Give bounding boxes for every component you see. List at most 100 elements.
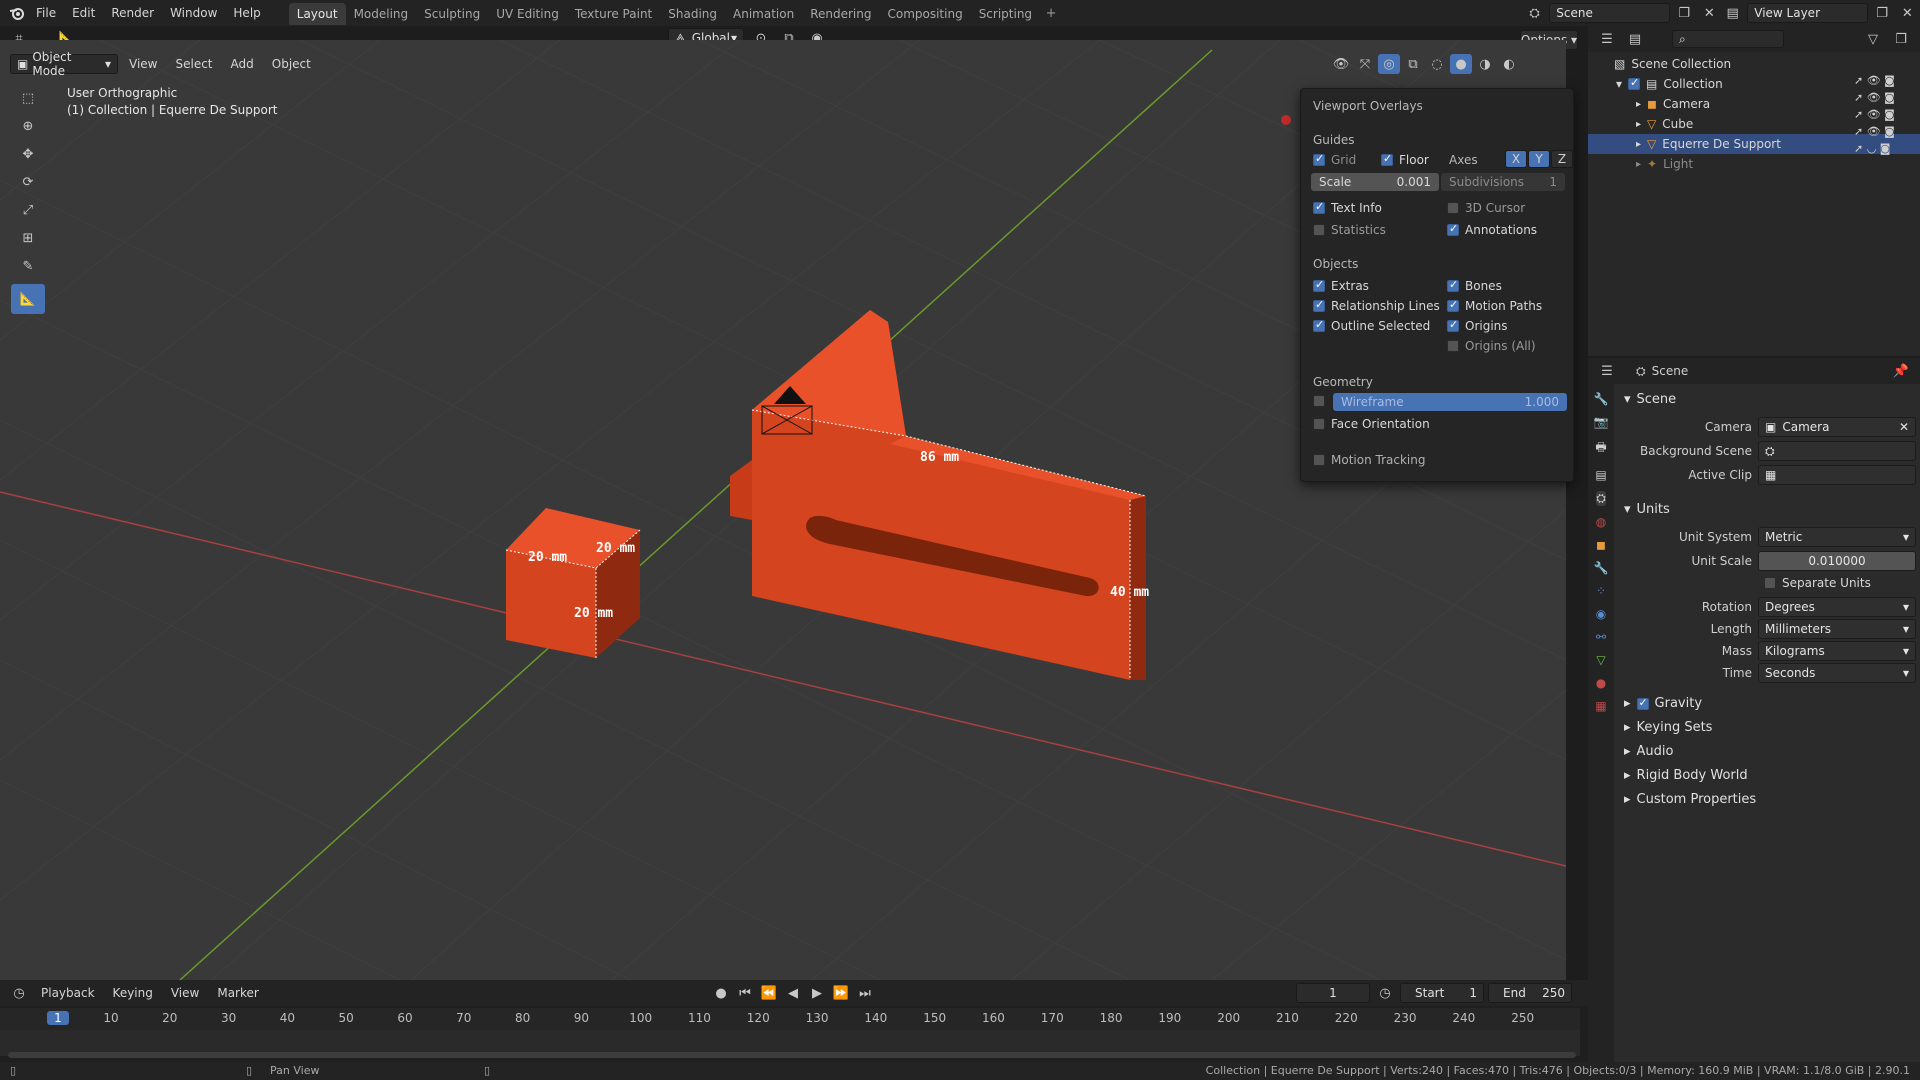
filter-icon[interactable]: ▽ [1862,29,1884,49]
origins-checkbox[interactable] [1447,318,1459,332]
object-mode-dropdown[interactable]: ▣ Object Mode ▾ [10,50,118,78]
viewport-menu-add[interactable]: Add [224,57,261,71]
current-frame-field[interactable]: 1 [1296,983,1370,1003]
statistics-checkbox[interactable] [1313,224,1325,236]
menu-window[interactable]: Window [162,0,225,26]
outliner-editor-icon[interactable]: ☰ [1596,29,1618,49]
scale-field[interactable]: Scale 0.001 [1311,173,1439,191]
particles-tab-icon[interactable]: ⁘ [1596,584,1606,598]
background-scene-field[interactable]: ⛭ [1758,441,1916,461]
end-frame-field[interactable]: End 250 [1488,983,1572,1003]
rigid-body-world-section[interactable]: ▸ Rigid Body World [1624,768,1748,783]
measure-icon[interactable]: 📐 [11,284,45,314]
data-tab-icon[interactable]: ▽ [1596,653,1605,667]
subdivisions-field[interactable]: Subdivisions 1 [1441,173,1565,191]
start-frame-field[interactable]: Start 1 [1400,983,1484,1003]
tab-sculpting[interactable]: Sculpting [416,3,488,25]
new-scene-icon[interactable]: ❐ [1674,3,1695,23]
restrict-toggles-light[interactable]: ➚ ◡ ◙ [1854,142,1914,155]
3d-cursor-checkbox[interactable] [1447,202,1459,214]
wireframe-toggle[interactable] [1313,395,1325,407]
tool-tab-icon[interactable]: 🔧 [1594,392,1609,406]
clear-camera-icon[interactable]: ✕ [1899,420,1909,434]
extras-toggle[interactable]: Extras [1313,278,1369,293]
wireframe-shading-icon[interactable]: ◌ [1426,54,1448,74]
xray-icon[interactable]: ⧉ [1402,54,1424,74]
text-info-toggle[interactable]: Text Info [1313,200,1382,215]
new-view-layer-icon[interactable]: ❐ [1872,3,1893,23]
face-orientation-toggle[interactable]: Face Orientation [1313,417,1430,431]
play-icon[interactable]: ▶ [806,983,828,1003]
display-mode-icon[interactable]: ▤ [1624,29,1646,49]
tab-rendering[interactable]: Rendering [802,3,879,25]
scene-section-header[interactable]: ▾ Scene [1624,392,1676,407]
timeline-editor-icon[interactable]: ◷ [8,983,30,1003]
preview-range-icon[interactable]: ◷ [1374,983,1396,1003]
tab-scripting[interactable]: Scripting [971,3,1040,25]
gravity-checkbox[interactable] [1636,696,1649,710]
annotate-icon[interactable]: ✎ [17,256,39,276]
solid-shading-icon[interactable]: ● [1450,54,1472,74]
text-info-checkbox[interactable] [1313,200,1325,214]
view-layer-icon[interactable]: ▤ [1722,3,1743,23]
axis-x-toggle[interactable]: X [1505,150,1527,168]
separate-units-checkbox[interactable] [1764,577,1776,589]
unit-scale-field[interactable]: 0.010000 [1758,551,1916,571]
collection-checkbox[interactable] [1628,76,1641,90]
physics-tab-icon[interactable]: ◉ [1596,607,1606,621]
timeline-scrollbar[interactable] [8,1052,1576,1058]
jump-end-icon[interactable]: ⏭ [854,983,876,1003]
relationship-lines-toggle[interactable]: Relationship Lines [1313,298,1440,313]
material-shading-icon[interactable]: ◑ [1474,54,1496,74]
new-collection-icon[interactable]: ❐ [1890,29,1912,49]
menu-help[interactable]: Help [225,0,268,26]
play-reverse-icon[interactable]: ◀ [782,983,804,1003]
relationship-lines-checkbox[interactable] [1313,298,1325,312]
restrict-toggles-collection[interactable]: ➚ 👁 ◙ [1854,74,1914,87]
timeline-menu-keying[interactable]: Keying [106,986,160,1000]
view-layer-tab-icon[interactable]: ▤ [1595,468,1606,482]
object-tab-icon[interactable]: ◼ [1596,538,1606,552]
pin-icon[interactable]: 📌 [1890,361,1912,381]
select-box-icon[interactable]: ⬚ [17,88,39,108]
output-tab-icon[interactable]: 🖶 [1595,438,1606,459]
expand-icon[interactable]: ▾ [1616,77,1622,91]
move-icon[interactable]: ✥ [17,144,39,164]
transform-icon[interactable]: ⊞ [17,228,39,248]
gizmo-icon[interactable]: ⤧ [1354,54,1376,74]
motion-tracking-checkbox[interactable] [1313,454,1325,466]
restrict-toggles-cube[interactable]: ➚ 👁 ◙ [1854,108,1914,121]
outline-selected-toggle[interactable]: Outline Selected [1313,318,1430,333]
floor-toggle[interactable]: Floor [1381,152,1429,167]
constraints-tab-icon[interactable]: ⚯ [1596,630,1606,644]
tab-uv-editing[interactable]: UV Editing [488,3,567,25]
properties-editor-icon[interactable]: ☰ [1596,361,1618,381]
viewport-menu-view[interactable]: View [122,57,164,71]
tab-shading[interactable]: Shading [660,3,725,25]
mass-dropdown[interactable]: Kilograms ▾ [1758,641,1916,661]
menu-render[interactable]: Render [103,0,162,26]
modifier-tab-icon[interactable]: 🔧 [1594,561,1609,575]
timeline-menu-playback[interactable]: Playback [34,986,102,1000]
outliner-search[interactable]: ⌕ [1672,30,1784,48]
scale-icon[interactable]: ⤢ [17,200,39,220]
rotate-icon[interactable]: ⟳ [17,172,39,192]
motion-paths-checkbox[interactable] [1447,298,1459,312]
wireframe-checkbox[interactable] [1313,395,1325,407]
view-layer-field[interactable]: View Layer [1747,3,1868,23]
grid-toggle[interactable]: Grid [1313,152,1356,167]
active-clip-field[interactable]: ▦ [1758,465,1916,485]
scene-tab-icon[interactable]: ⛭ [1596,491,1606,506]
separate-units-toggle[interactable]: Separate Units [1764,576,1871,590]
statistics-toggle[interactable]: Statistics [1313,223,1386,237]
length-dropdown[interactable]: Millimeters ▾ [1758,619,1916,639]
tab-animation[interactable]: Animation [725,3,802,25]
floor-checkbox[interactable] [1381,152,1393,166]
delete-view-layer-icon[interactable]: ✕ [1897,3,1918,23]
face-orientation-checkbox[interactable] [1313,418,1325,430]
motion-tracking-toggle[interactable]: Motion Tracking [1313,453,1425,467]
camera-prop-field[interactable]: ▣ Camera ✕ [1758,417,1916,437]
bones-checkbox[interactable] [1447,278,1459,292]
delete-scene-icon[interactable]: ✕ [1699,3,1720,23]
origins-all-toggle[interactable]: Origins (All) [1447,339,1536,353]
